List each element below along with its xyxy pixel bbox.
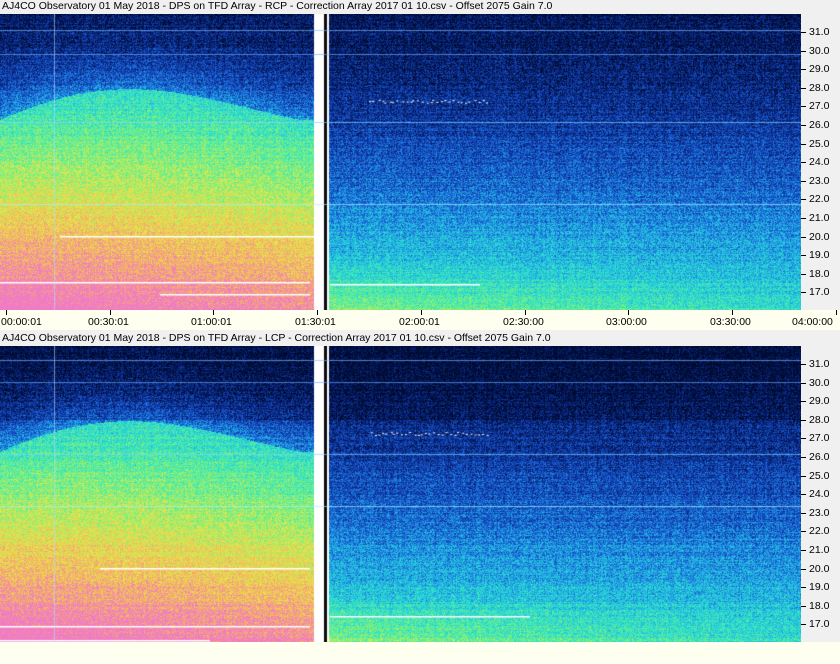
frequency-tick xyxy=(801,181,806,182)
frequency-tick-label: 21.0 xyxy=(809,544,830,556)
frequency-tick xyxy=(801,383,806,384)
time-tick xyxy=(317,310,318,315)
frequency-tick-label: 28.0 xyxy=(809,82,830,94)
frequency-tick xyxy=(801,69,806,70)
spectrogram-canvas xyxy=(0,346,801,642)
time-tick-label: 00:00:01 xyxy=(1,316,42,328)
frequency-tick-label: 17.0 xyxy=(809,618,830,630)
time-tick xyxy=(6,310,7,315)
time-tick-label: 02:30:00 xyxy=(503,316,544,328)
frequency-tick-label: 29.0 xyxy=(809,63,830,75)
spectrogram-panel-rcp: AJ4CO Observatory 01 May 2018 - DPS on T… xyxy=(0,0,840,330)
frequency-tick xyxy=(801,606,806,607)
frequency-tick-label: 22.0 xyxy=(809,525,830,537)
frequency-tick-label: 31.0 xyxy=(809,26,830,38)
frequency-tick-label: 22.0 xyxy=(809,193,830,205)
frequency-tick xyxy=(801,144,806,145)
frequency-tick-label: 21.0 xyxy=(809,212,830,224)
frequency-tick-label: 28.0 xyxy=(809,414,830,426)
frequency-tick-label: 18.0 xyxy=(809,268,830,280)
frequency-tick xyxy=(801,255,806,256)
frequency-tick-label: 18.0 xyxy=(809,600,830,612)
frequency-tick xyxy=(801,513,806,514)
frequency-tick xyxy=(801,274,806,275)
spectrogram-plot-area[interactable] xyxy=(0,14,801,310)
frequency-tick xyxy=(801,106,806,107)
time-tick xyxy=(110,310,111,315)
time-tick xyxy=(421,310,422,315)
frequency-tick-label: 27.0 xyxy=(809,432,830,444)
frequency-tick xyxy=(801,457,806,458)
frequency-tick xyxy=(801,364,806,365)
frequency-tick xyxy=(801,624,806,625)
frequency-tick xyxy=(801,292,806,293)
frequency-tick xyxy=(801,401,806,402)
time-axis: 00:00:01 00:30:01 01:00:01 01:30:01 02:00:01… xyxy=(0,310,840,330)
frequency-tick xyxy=(801,438,806,439)
frequency-tick-label: 23.0 xyxy=(809,175,830,187)
frequency-tick-label: 31.0 xyxy=(809,358,830,370)
frequency-tick xyxy=(801,162,806,163)
frequency-tick xyxy=(801,237,806,238)
frequency-tick xyxy=(801,218,806,219)
frequency-tick xyxy=(801,32,806,33)
frequency-tick-label: 19.0 xyxy=(809,249,830,261)
time-tick xyxy=(525,310,526,315)
frequency-tick-label: 24.0 xyxy=(809,156,830,168)
time-tick xyxy=(836,310,837,315)
time-tick xyxy=(732,310,733,315)
frequency-tick-label: 20.0 xyxy=(809,563,830,575)
frequency-tick-label: 26.0 xyxy=(809,451,830,463)
frequency-tick xyxy=(801,587,806,588)
frequency-tick-label: 29.0 xyxy=(809,395,830,407)
frequency-tick xyxy=(801,476,806,477)
frequency-tick xyxy=(801,531,806,532)
frequency-axis: 31.0 30.0 29.0 28.0 27.0 26.0 25.0 24.0 23.0 22.0… xyxy=(801,346,840,642)
frequency-tick-label: 26.0 xyxy=(809,119,830,131)
time-tick-label: 01:00:01 xyxy=(191,316,232,328)
time-tick-label: 00:30:01 xyxy=(88,316,129,328)
frequency-tick xyxy=(801,569,806,570)
frequency-tick xyxy=(801,125,806,126)
frequency-tick-label: 25.0 xyxy=(809,138,830,150)
frequency-tick xyxy=(801,494,806,495)
frequency-tick-label: 25.0 xyxy=(809,470,830,482)
time-tick-label: 02:00:01 xyxy=(399,316,440,328)
frequency-tick xyxy=(801,199,806,200)
spectrogram-canvas xyxy=(0,14,801,310)
frequency-tick-label: 20.0 xyxy=(809,231,830,243)
frequency-tick-label: 30.0 xyxy=(809,45,830,57)
frequency-tick-label: 17.0 xyxy=(809,286,830,298)
spectrogram-plot-area[interactable] xyxy=(0,346,801,642)
frequency-tick-label: 19.0 xyxy=(809,581,830,593)
frequency-tick xyxy=(801,550,806,551)
frequency-tick xyxy=(801,420,806,421)
time-tick xyxy=(213,310,214,315)
time-tick-label: 04:00:00 xyxy=(792,316,833,328)
frequency-tick xyxy=(801,51,806,52)
frequency-tick-label: 27.0 xyxy=(809,100,830,112)
panel-title: AJ4CO Observatory 01 May 2018 - DPS on T… xyxy=(2,332,551,344)
time-tick-label: 03:00:00 xyxy=(606,316,647,328)
frequency-tick-label: 24.0 xyxy=(809,488,830,500)
frequency-tick xyxy=(801,88,806,89)
panel-title: AJ4CO Observatory 01 May 2018 - DPS on T… xyxy=(2,0,553,12)
frequency-axis: 31.0 30.0 29.0 28.0 27.0 26.0 25.0 24.0 23.0 22.0… xyxy=(801,14,840,310)
time-tick xyxy=(628,310,629,315)
time-tick-label: 01:30:01 xyxy=(295,316,336,328)
time-tick-label: 03:30:00 xyxy=(710,316,751,328)
frequency-tick-label: 23.0 xyxy=(809,507,830,519)
frequency-tick-label: 30.0 xyxy=(809,377,830,389)
spectrogram-panel-lcp: AJ4CO Observatory 01 May 2018 - DPS on T… xyxy=(0,332,840,664)
time-axis xyxy=(0,642,840,664)
